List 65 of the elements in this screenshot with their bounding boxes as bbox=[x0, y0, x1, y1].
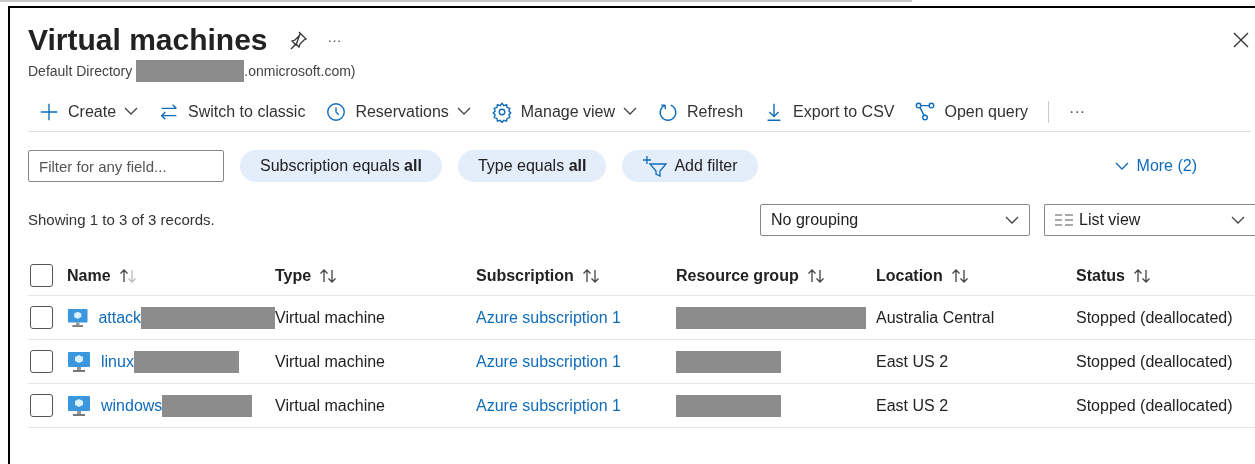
filter-field[interactable]: Filter for any field... bbox=[28, 150, 224, 182]
more-options-button[interactable]: ··· bbox=[1069, 99, 1086, 124]
table-cell-text: Virtual machine bbox=[275, 307, 386, 328]
sort-icon[interactable] bbox=[118, 267, 137, 284]
row-checkbox[interactable] bbox=[30, 394, 53, 417]
sort-icon[interactable] bbox=[581, 267, 600, 284]
filter-pill[interactable]: Type equals all bbox=[457, 150, 607, 182]
column-header: Resource group bbox=[676, 265, 799, 286]
table-cell-text: Stopped (deallocated) bbox=[1076, 307, 1234, 328]
subscription-link[interactable]: Azure subscription 1 bbox=[476, 305, 621, 330]
grouping-dropdown[interactable]: No grouping bbox=[760, 204, 1030, 236]
directory-domain: .onmicrosoft.com) bbox=[244, 61, 356, 81]
subscription-link[interactable]: Azure subscription 1 bbox=[476, 393, 621, 418]
row-checkbox[interactable] bbox=[30, 306, 53, 329]
table-cell-text: Stopped (deallocated) bbox=[1076, 395, 1234, 416]
chevron-down-icon bbox=[124, 107, 139, 116]
column-header: Name bbox=[67, 265, 111, 286]
close-icon[interactable] bbox=[1233, 32, 1249, 48]
sort-icon[interactable] bbox=[806, 267, 825, 284]
table-cell-text: Australia Central bbox=[876, 307, 996, 328]
page-title: Virtual machines bbox=[28, 22, 268, 58]
row-checkbox[interactable] bbox=[30, 350, 53, 373]
gear-icon bbox=[490, 100, 513, 123]
table-cell-text: Virtual machine bbox=[275, 395, 386, 416]
add-filter-button[interactable]: Add filter bbox=[622, 150, 758, 182]
virtual-machine-icon bbox=[67, 349, 91, 374]
directory-label: Default Directory bbox=[28, 61, 133, 81]
table-cell-text: Stopped (deallocated) bbox=[1076, 351, 1234, 372]
chevron-down-icon bbox=[1005, 215, 1019, 225]
chevron-down-icon bbox=[1231, 215, 1245, 225]
chevron-down-icon bbox=[456, 107, 471, 116]
table-cell-text: East US 2 bbox=[876, 351, 950, 372]
vm-name-link[interactable]: attack bbox=[98, 305, 142, 330]
add-filter-icon bbox=[642, 155, 669, 177]
column-header: Location bbox=[876, 265, 943, 286]
column-header: Status bbox=[1076, 265, 1125, 286]
toolbar-button[interactable]: Switch to classic bbox=[158, 99, 306, 124]
subscription-link[interactable]: Azure subscription 1 bbox=[476, 349, 621, 374]
table-cell-text: East US 2 bbox=[876, 395, 950, 416]
sort-icon[interactable] bbox=[319, 267, 338, 284]
toolbar-button[interactable]: Manage view bbox=[490, 99, 638, 124]
more-filters-link[interactable]: More (2) bbox=[1114, 154, 1197, 178]
virtual-machine-icon bbox=[67, 393, 91, 418]
list-icon bbox=[1055, 214, 1073, 226]
vm-name-link[interactable]: windows bbox=[101, 393, 163, 418]
clock-icon bbox=[325, 100, 348, 123]
records-count: Showing 1 to 3 of 3 records. bbox=[28, 209, 216, 230]
filter-pill[interactable]: Subscription equals all bbox=[240, 150, 442, 182]
column-header: Subscription bbox=[476, 265, 574, 286]
toolbar-button[interactable]: Reservations bbox=[325, 99, 471, 124]
table-cell-text: Virtual machine bbox=[275, 351, 386, 372]
sort-icon[interactable] bbox=[950, 267, 969, 284]
column-header: Type bbox=[275, 265, 312, 286]
more-options-button[interactable]: ··· bbox=[327, 29, 342, 51]
toolbar-button[interactable]: Export to CSV bbox=[763, 99, 895, 124]
view-dropdown[interactable]: List view bbox=[1044, 204, 1255, 236]
query-icon bbox=[914, 100, 937, 123]
chevron-down-icon bbox=[1114, 161, 1129, 171]
vm-name-link[interactable]: linux bbox=[101, 349, 134, 374]
select-all-checkbox[interactable] bbox=[30, 264, 53, 287]
toolbar-button[interactable]: Open query bbox=[914, 99, 1029, 124]
toolbar-button[interactable]: Refresh bbox=[657, 99, 744, 124]
toolbar-button[interactable]: Create bbox=[38, 99, 139, 124]
chevron-down-icon bbox=[623, 107, 638, 116]
sort-icon[interactable] bbox=[1132, 267, 1151, 284]
